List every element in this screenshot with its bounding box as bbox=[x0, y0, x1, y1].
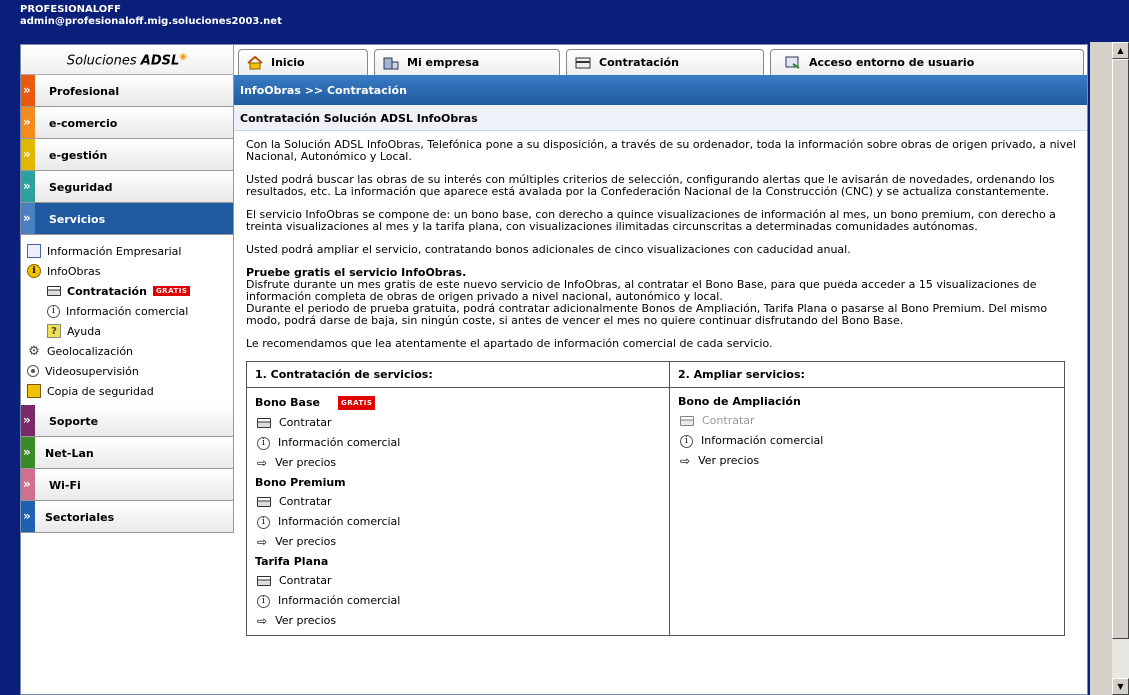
category-wi-fi[interactable]: Wi-Fi bbox=[21, 469, 234, 501]
category-sectoriales[interactable]: Sectoriales bbox=[21, 501, 234, 533]
subnav-informacion-comercial[interactable]: i Información comercial bbox=[27, 301, 233, 321]
info-comercial-link[interactable]: i Información comercial bbox=[255, 512, 661, 532]
trial-block: Pruebe gratis el servicio InfoObras. Dis… bbox=[246, 267, 1077, 327]
ver-precios-link[interactable]: ⇨ Ver precios bbox=[255, 611, 661, 631]
info-comercial-link[interactable]: i Información comercial bbox=[255, 591, 661, 611]
ver-precios-link[interactable]: ⇨ Ver precios bbox=[678, 451, 1056, 471]
paragraph-composition: El servicio InfoObras se compone de: un … bbox=[246, 208, 1056, 233]
arrow-right-icon: ⇨ bbox=[257, 456, 268, 470]
category-menu: Profesional e-comercio e-gestión Segurid… bbox=[21, 75, 234, 533]
service-bono-premium: Bono Premium bbox=[255, 476, 346, 489]
subnav-contratacion[interactable]: Contratación GRATIS bbox=[27, 281, 233, 301]
scroll-up-button[interactable]: ▲ bbox=[1112, 42, 1129, 59]
subnav-copia-seguridad[interactable]: Copia de seguridad bbox=[27, 381, 233, 401]
subnav-informacion-empresarial[interactable]: Información Empresarial bbox=[27, 241, 233, 261]
trial-text-2: Durante el periodo de prueba gratuita, p… bbox=[246, 302, 1048, 327]
card-icon bbox=[257, 576, 271, 586]
trial-text-1: Disfrute durante un mes gratis de este n… bbox=[246, 278, 1037, 303]
scroll-down-button[interactable]: ▼ bbox=[1112, 678, 1129, 695]
category-e-comercio[interactable]: e-comercio bbox=[21, 107, 234, 139]
subnav-ayuda[interactable]: ? Ayuda bbox=[27, 321, 233, 341]
subnav-videosupervision[interactable]: Videosupervisión bbox=[27, 361, 233, 381]
contratar-link[interactable]: Contratar bbox=[255, 571, 661, 591]
card-icon bbox=[257, 418, 271, 428]
contratar-link[interactable]: Contratar bbox=[255, 492, 661, 512]
contratacion-box: 1. Contratación de servicios: Bono Base G… bbox=[247, 362, 670, 635]
contratacion-box-title: 1. Contratación de servicios: bbox=[247, 362, 669, 388]
content-body: Con la Solución ADSL InfoObras, Telefóni… bbox=[234, 131, 1087, 636]
service-bono-ampliacion: Bono de Ampliación bbox=[678, 395, 801, 408]
camera-icon bbox=[27, 365, 39, 377]
services-table: 1. Contratación de servicios: Bono Base G… bbox=[246, 361, 1065, 636]
paragraph-expand: Usted podrá ampliar el servicio, contrat… bbox=[246, 243, 851, 256]
subnav-geolocalizacion[interactable]: ⚙ Geolocalización bbox=[27, 341, 233, 361]
service-tarifa-plana: Tarifa Plana bbox=[255, 555, 329, 568]
gratis-badge: GRATIS bbox=[337, 396, 376, 410]
info-comercial-link[interactable]: i Información comercial bbox=[255, 433, 661, 453]
category-e-gestion[interactable]: e-gestión bbox=[21, 139, 234, 171]
home-icon bbox=[247, 55, 263, 69]
document-icon bbox=[27, 244, 41, 258]
subnav-infoobras[interactable]: i InfoObras bbox=[27, 261, 233, 281]
user-access-icon bbox=[785, 56, 800, 69]
category-seguridad[interactable]: Seguridad bbox=[21, 171, 234, 203]
vertical-scrollbar[interactable]: ▲ ▼ bbox=[1090, 42, 1129, 695]
card-icon bbox=[47, 286, 61, 296]
info-icon: i bbox=[257, 436, 270, 450]
card-icon bbox=[257, 497, 271, 507]
tab-mi-empresa[interactable]: Mi empresa bbox=[374, 49, 560, 75]
main-content: InfoObras >> Contratación Contratación S… bbox=[234, 75, 1087, 694]
scroll-thumb[interactable] bbox=[1112, 59, 1129, 639]
card-icon bbox=[680, 416, 694, 426]
building-icon bbox=[383, 57, 399, 69]
backup-icon bbox=[27, 384, 41, 398]
gear-icon: ⚙ bbox=[28, 343, 40, 359]
ver-precios-link[interactable]: ⇨ Ver precios bbox=[255, 532, 661, 552]
card-icon bbox=[575, 57, 591, 68]
info-icon: i bbox=[257, 515, 270, 529]
servicios-subnav: Información Empresarial i InfoObras Contr… bbox=[21, 235, 234, 405]
arrow-right-icon: ⇨ bbox=[257, 535, 268, 549]
app-frame: Soluciones ADSL◉ Profesional e-comercio … bbox=[0, 34, 1129, 695]
tab-contratacion[interactable]: Contratación bbox=[566, 49, 764, 75]
ampliar-box: 2. Ampliar servicios: Bono de Ampliación… bbox=[670, 362, 1064, 635]
help-icon: ? bbox=[47, 324, 61, 338]
top-tabs: Inicio Mi empresa Contratación Acceso en… bbox=[234, 45, 1087, 75]
category-soporte[interactable]: Soporte bbox=[21, 405, 234, 437]
arrow-right-icon: ⇨ bbox=[257, 614, 268, 628]
ver-precios-link[interactable]: ⇨ Ver precios bbox=[255, 453, 661, 473]
title-bar: PROFESIONALOFF admin@profesionaloff.mig.… bbox=[0, 0, 1129, 34]
section-title: Contratación Solución ADSL InfoObras bbox=[234, 105, 1087, 131]
tab-acceso-entorno[interactable]: Acceso entorno de usuario bbox=[770, 49, 1084, 75]
paragraph-search: Usted podrá buscar las obras de su inter… bbox=[246, 173, 1055, 198]
paragraph-recommend: Le recomendamos que lea atentamente el a… bbox=[246, 337, 773, 350]
info-comercial-link[interactable]: i Información comercial bbox=[678, 431, 1056, 451]
content-frame: Soluciones ADSL◉ Profesional e-comercio … bbox=[20, 44, 1088, 695]
breadcrumb: InfoObras >> Contratación bbox=[234, 75, 1087, 105]
tab-inicio[interactable]: Inicio bbox=[238, 49, 368, 75]
paragraph-intro: Con la Solución ADSL InfoObras, Telefóni… bbox=[246, 138, 1076, 163]
user-email: admin@profesionaloff.mig.soluciones2003.… bbox=[20, 16, 282, 27]
contratar-link[interactable]: Contratar bbox=[255, 413, 661, 433]
info-icon: i bbox=[47, 304, 60, 318]
info-icon: i bbox=[257, 594, 270, 608]
category-profesional[interactable]: Profesional bbox=[21, 75, 234, 107]
service-bono-base: Bono Base GRATIS bbox=[255, 396, 661, 410]
site-title: PROFESIONALOFF bbox=[20, 4, 121, 15]
gratis-badge: GRATIS bbox=[152, 286, 191, 296]
info-icon: i bbox=[680, 434, 693, 448]
ampliar-box-title: 2. Ampliar servicios: bbox=[670, 362, 1064, 388]
brand-logo[interactable]: Soluciones ADSL◉ bbox=[21, 45, 234, 75]
arrow-right-icon: ⇨ bbox=[680, 454, 691, 468]
info-icon: i bbox=[27, 264, 41, 278]
category-servicios[interactable]: Servicios bbox=[21, 203, 234, 235]
category-net-lan[interactable]: Net-Lan bbox=[21, 437, 234, 469]
contratar-link-disabled: Contratar bbox=[678, 411, 1056, 431]
